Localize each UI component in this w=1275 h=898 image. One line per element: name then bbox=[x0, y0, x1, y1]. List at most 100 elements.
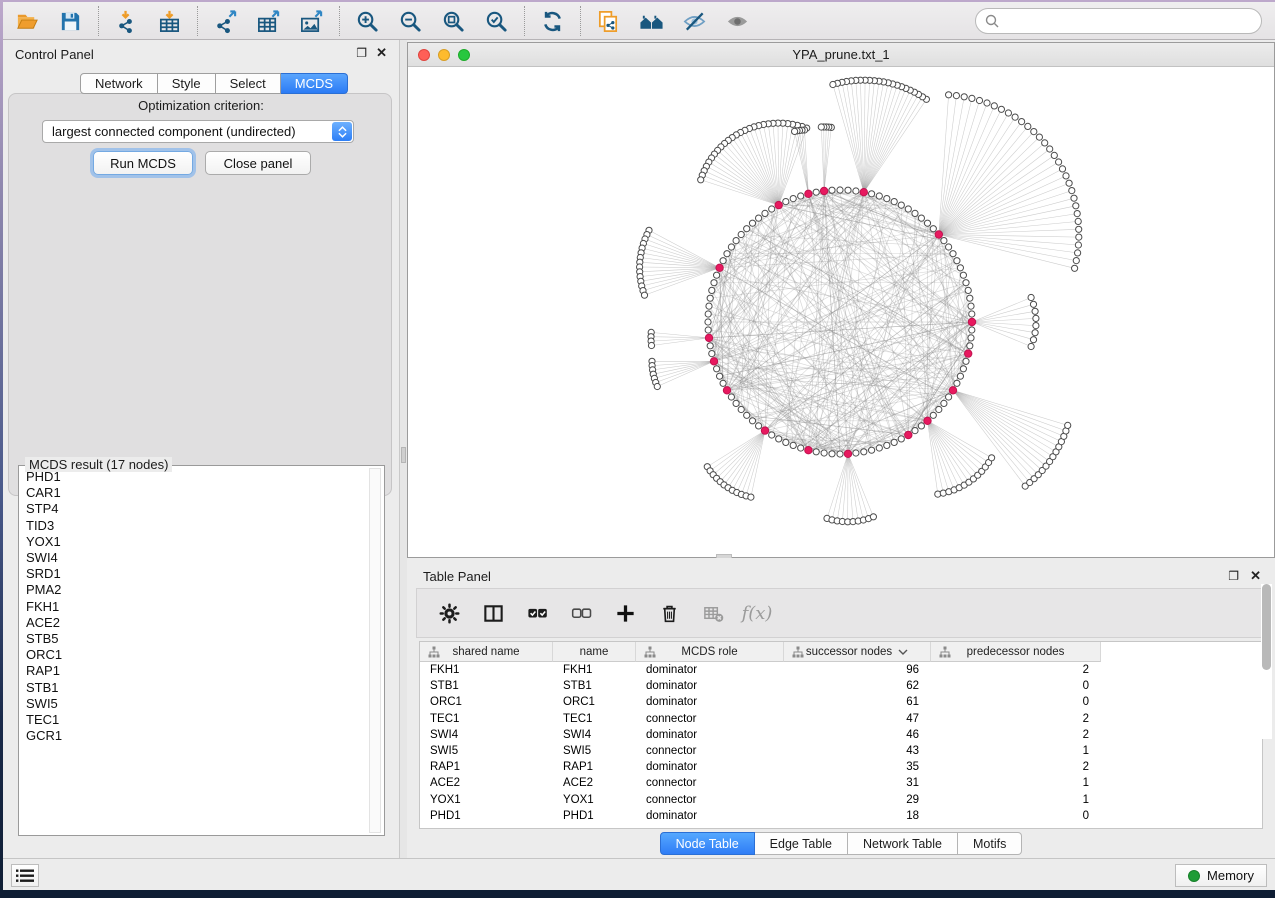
column-label: successor nodes bbox=[806, 646, 892, 658]
mcds-result-item[interactable]: YOX1 bbox=[20, 534, 368, 550]
delete-table-button[interactable] bbox=[701, 601, 725, 625]
network-graph[interactable] bbox=[408, 67, 1274, 557]
table-row[interactable]: STB1STB1dominator620 bbox=[420, 678, 1262, 694]
mcds-result-item[interactable]: TEC1 bbox=[20, 712, 368, 728]
zoom-selected-button[interactable] bbox=[481, 7, 511, 35]
mcds-result-item[interactable]: GCR1 bbox=[20, 728, 368, 744]
show-columns-icon bbox=[482, 602, 505, 625]
table-row[interactable]: ORC1ORC1dominator610 bbox=[420, 694, 1262, 710]
show-all-button[interactable] bbox=[722, 7, 752, 35]
import-table-button[interactable] bbox=[154, 7, 184, 35]
hide-selected-button[interactable] bbox=[679, 7, 709, 35]
cell-shared-name: TEC1 bbox=[420, 711, 553, 727]
dropdown-stepper-icon bbox=[332, 122, 352, 141]
table-row[interactable]: RAP1RAP1dominator352 bbox=[420, 759, 1262, 775]
network-canvas[interactable] bbox=[408, 67, 1274, 557]
deselect-all-button[interactable] bbox=[569, 601, 593, 625]
column-header-name[interactable]: name bbox=[553, 642, 636, 662]
zoom-selected-icon bbox=[484, 9, 509, 34]
tab-node-table[interactable]: Node Table bbox=[660, 832, 755, 855]
export-image-button[interactable] bbox=[296, 7, 326, 35]
mcds-list-scrollbar[interactable] bbox=[369, 468, 381, 833]
mcds-result-item[interactable]: CAR1 bbox=[20, 485, 368, 501]
table-row[interactable]: TEC1TEC1connector472 bbox=[420, 711, 1262, 727]
delete-table-icon bbox=[702, 602, 725, 625]
tab-style[interactable]: Style bbox=[158, 73, 216, 94]
open-session-button[interactable] bbox=[12, 7, 42, 35]
column-header-successor-nodes[interactable]: successor nodes bbox=[784, 642, 931, 662]
close-table-panel-icon[interactable]: ✕ bbox=[1250, 569, 1261, 583]
mcds-result-group: MCDS result (17 nodes) PHD1CAR1STP4TID3Y… bbox=[18, 465, 385, 836]
memory-button[interactable]: Memory bbox=[1175, 864, 1267, 887]
mcds-result-item[interactable]: STB5 bbox=[20, 631, 368, 647]
mcds-result-item[interactable]: ORC1 bbox=[20, 647, 368, 663]
refresh-layout-button[interactable] bbox=[537, 7, 567, 35]
column-header-MCDS-role[interactable]: MCDS role bbox=[636, 642, 784, 662]
export-network-button[interactable] bbox=[210, 7, 240, 35]
mcds-result-item[interactable]: RAP1 bbox=[20, 663, 368, 679]
vertical-splitter[interactable] bbox=[400, 40, 407, 858]
column-label: MCDS role bbox=[681, 646, 737, 658]
task-history-button[interactable] bbox=[11, 864, 39, 887]
show-columns-button[interactable] bbox=[481, 601, 505, 625]
table-row[interactable]: SWI4SWI4dominator462 bbox=[420, 727, 1262, 743]
select-all-button[interactable] bbox=[525, 601, 549, 625]
table-row[interactable]: SWI5SWI5connector431 bbox=[420, 743, 1262, 759]
tab-edge-table[interactable]: Edge Table bbox=[755, 832, 848, 855]
delete-row-button[interactable] bbox=[657, 601, 681, 625]
add-row-button[interactable] bbox=[613, 601, 637, 625]
tab-select[interactable]: Select bbox=[216, 73, 281, 94]
mcds-result-item[interactable]: SRD1 bbox=[20, 566, 368, 582]
zoom-in-button[interactable] bbox=[352, 7, 382, 35]
float-panel-icon[interactable]: ❐ bbox=[356, 46, 367, 60]
table-settings-button[interactable] bbox=[437, 601, 461, 625]
mcds-result-item[interactable]: ACE2 bbox=[20, 615, 368, 631]
import-network-button[interactable] bbox=[111, 7, 141, 35]
first-neighbors-button[interactable] bbox=[636, 7, 666, 35]
table-body: FKH1FKH1dominator962STB1STB1dominator620… bbox=[420, 662, 1262, 824]
table-row[interactable]: YOX1YOX1connector291 bbox=[420, 792, 1262, 808]
tab-network-table[interactable]: Network Table bbox=[848, 832, 958, 855]
column-header-shared-name[interactable]: shared name bbox=[420, 642, 553, 662]
save-session-button[interactable] bbox=[55, 7, 85, 35]
mcds-result-item[interactable]: STB1 bbox=[20, 680, 368, 696]
optimization-criterion-label: Optimization criterion: bbox=[3, 98, 399, 113]
mcds-result-item[interactable]: TID3 bbox=[20, 518, 368, 534]
tab-mcds[interactable]: MCDS bbox=[281, 73, 348, 94]
splitter-handle[interactable] bbox=[401, 447, 406, 463]
table-row[interactable]: PHD1PHD1dominator180 bbox=[420, 808, 1262, 824]
column-header-predecessor-nodes[interactable]: predecessor nodes bbox=[931, 642, 1101, 662]
mcds-result-item[interactable]: PMA2 bbox=[20, 582, 368, 598]
close-panel-icon[interactable]: ✕ bbox=[376, 46, 387, 60]
export-table-button[interactable] bbox=[253, 7, 283, 35]
criterion-dropdown[interactable]: largest connected component (undirected) bbox=[42, 120, 354, 143]
close-panel-button[interactable]: Close panel bbox=[205, 151, 311, 175]
table-scrollbar-thumb[interactable] bbox=[1262, 584, 1271, 670]
cell-MCDS-role: dominator bbox=[636, 759, 784, 775]
float-table-panel-icon[interactable]: ❐ bbox=[1228, 569, 1239, 583]
show-all-icon bbox=[725, 9, 750, 34]
mcds-result-item[interactable]: PHD1 bbox=[20, 469, 368, 485]
mcds-result-item[interactable]: FKH1 bbox=[20, 599, 368, 615]
cell-successor-nodes: 31 bbox=[784, 775, 931, 791]
cell-successor-nodes: 35 bbox=[784, 759, 931, 775]
table-row[interactable]: ACE2ACE2connector311 bbox=[420, 775, 1262, 791]
table-row[interactable]: FKH1FKH1dominator962 bbox=[420, 662, 1262, 678]
function-builder-button[interactable]: f(x) bbox=[745, 601, 769, 625]
zoom-out-button[interactable] bbox=[395, 7, 425, 35]
mcds-result-item[interactable]: SWI4 bbox=[20, 550, 368, 566]
run-mcds-button[interactable]: Run MCDS bbox=[93, 151, 193, 175]
table-scrollbar-track[interactable] bbox=[1261, 584, 1272, 739]
search-input[interactable] bbox=[975, 8, 1262, 34]
table-panel-tabs: Node TableEdge TableNetwork TableMotifs bbox=[407, 832, 1275, 855]
cell-MCDS-role: dominator bbox=[636, 678, 784, 694]
mcds-result-item[interactable]: SWI5 bbox=[20, 696, 368, 712]
duplicate-network-button[interactable] bbox=[593, 7, 623, 35]
cell-successor-nodes: 18 bbox=[784, 808, 931, 824]
tab-network[interactable]: Network bbox=[80, 73, 158, 94]
refresh-layout-icon bbox=[540, 9, 565, 34]
tab-motifs[interactable]: Motifs bbox=[958, 832, 1022, 855]
mcds-result-item[interactable]: STP4 bbox=[20, 501, 368, 517]
zoom-fit-button[interactable] bbox=[438, 7, 468, 35]
main-toolbar bbox=[3, 2, 1275, 40]
